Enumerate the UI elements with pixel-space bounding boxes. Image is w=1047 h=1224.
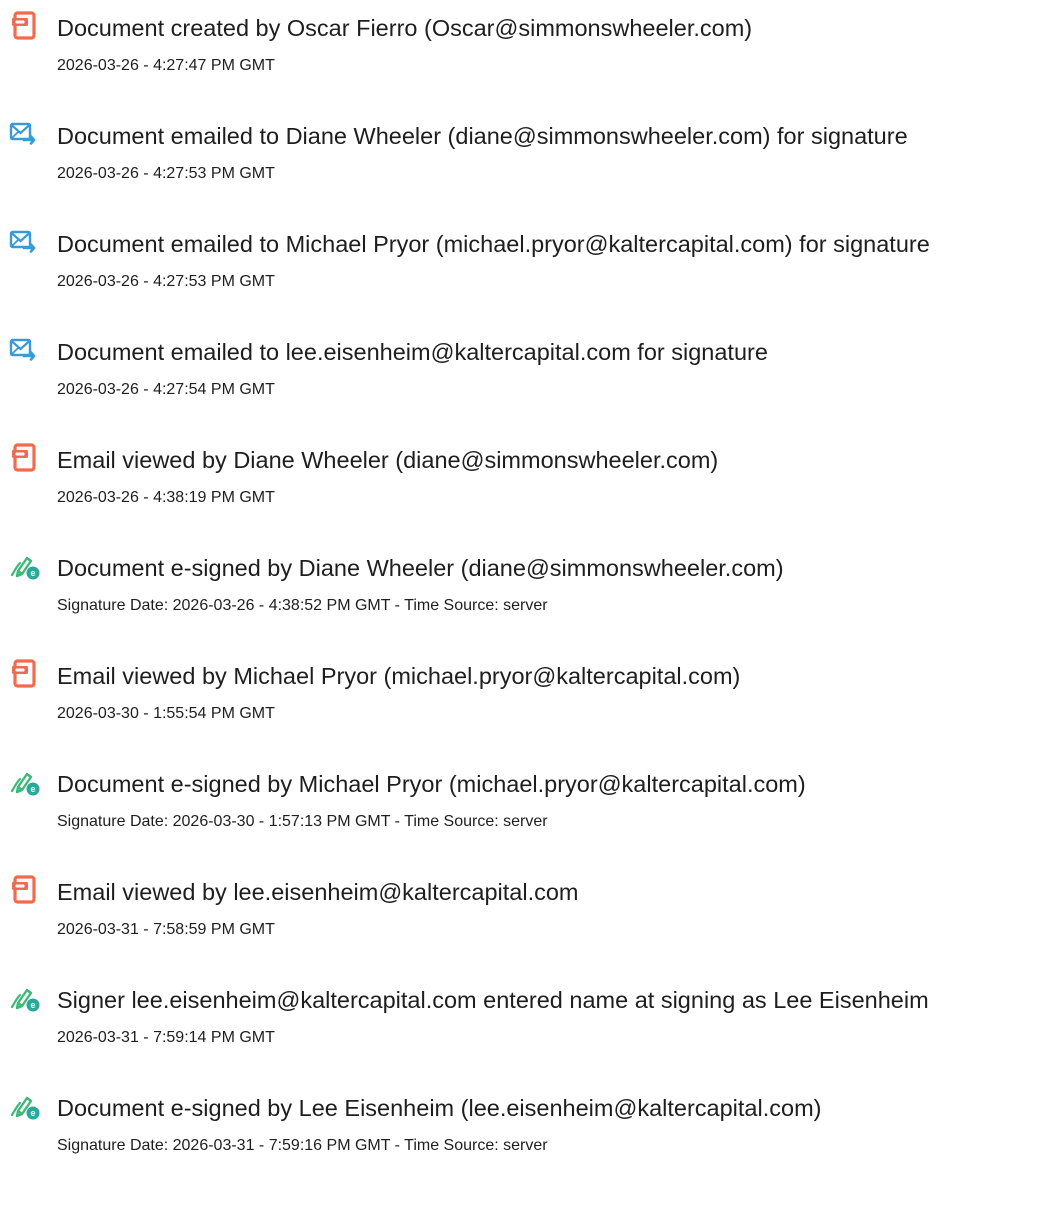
event-timestamp: 2026-03-26 - 4:27:47 PM GMT (57, 57, 275, 74)
event-title: Document emailed to Michael Pryor (micha… (57, 231, 930, 257)
audit-event: Email viewed by lee.eisenheim@kaltercapi… (0, 871, 1047, 979)
event-title: Document created by Oscar Fierro (Oscar@… (57, 15, 753, 41)
document-created-icon (9, 10, 41, 42)
event-title: Document emailed to lee.eisenheim@kalter… (57, 339, 768, 365)
audit-event: Signer lee.eisenheim@kaltercapital.com e… (0, 979, 1047, 1087)
event-title: Email viewed by Diane Wheeler (diane@sim… (57, 447, 719, 473)
email-sent-icon (9, 118, 41, 150)
event-signature-date: Signature Date: 2026-03-31 - 7:59:16 PM … (57, 1137, 548, 1154)
event-signature-date: Signature Date: 2026-03-26 - 4:38:52 PM … (57, 597, 548, 614)
e-signed-icon (9, 550, 41, 582)
event-title: Email viewed by lee.eisenheim@kaltercapi… (57, 879, 579, 905)
event-title: Document emailed to Diane Wheeler (diane… (57, 123, 908, 149)
event-timestamp: 2026-03-26 - 4:38:19 PM GMT (57, 489, 275, 506)
audit-event: Document e-signed by Diane Wheeler (dian… (0, 547, 1047, 655)
event-title: Signer lee.eisenheim@kaltercapital.com e… (57, 987, 929, 1013)
event-timestamp: 2026-03-30 - 1:55:54 PM GMT (57, 705, 275, 722)
event-signature-date: Signature Date: 2026-03-30 - 1:57:13 PM … (57, 813, 548, 830)
audit-event: Document e-signed by Michael Pryor (mich… (0, 763, 1047, 871)
email-sent-icon (9, 226, 41, 258)
event-timestamp: 2026-03-26 - 4:27:53 PM GMT (57, 273, 275, 290)
document-viewed-icon (9, 442, 41, 474)
document-viewed-icon (9, 658, 41, 690)
e-signed-icon (9, 1090, 41, 1122)
audit-event: Email viewed by Michael Pryor (michael.p… (0, 655, 1047, 763)
audit-trail-list: Document created by Oscar Fierro (Oscar@… (0, 0, 1047, 1195)
audit-event: Email viewed by Diane Wheeler (diane@sim… (0, 439, 1047, 547)
event-title: Email viewed by Michael Pryor (michael.p… (57, 663, 741, 689)
audit-event: Document e-signed by Lee Eisenheim (lee.… (0, 1087, 1047, 1195)
audit-event: Document emailed to Michael Pryor (micha… (0, 223, 1047, 331)
event-timestamp: 2026-03-31 - 7:58:59 PM GMT (57, 921, 275, 938)
event-timestamp: 2026-03-26 - 4:27:53 PM GMT (57, 165, 275, 182)
event-timestamp: 2026-03-26 - 4:27:54 PM GMT (57, 381, 275, 398)
event-timestamp: 2026-03-31 - 7:59:14 PM GMT (57, 1029, 275, 1046)
event-title: Document e-signed by Michael Pryor (mich… (57, 771, 806, 797)
audit-event: Document emailed to lee.eisenheim@kalter… (0, 331, 1047, 439)
event-title: Document e-signed by Lee Eisenheim (lee.… (57, 1095, 822, 1121)
event-title: Document e-signed by Diane Wheeler (dian… (57, 555, 784, 581)
e-signed-icon (9, 982, 41, 1014)
document-viewed-icon (9, 874, 41, 906)
audit-event: Document created by Oscar Fierro (Oscar@… (0, 7, 1047, 115)
email-sent-icon (9, 334, 41, 366)
e-signed-icon (9, 766, 41, 798)
audit-event: Document emailed to Diane Wheeler (diane… (0, 115, 1047, 223)
